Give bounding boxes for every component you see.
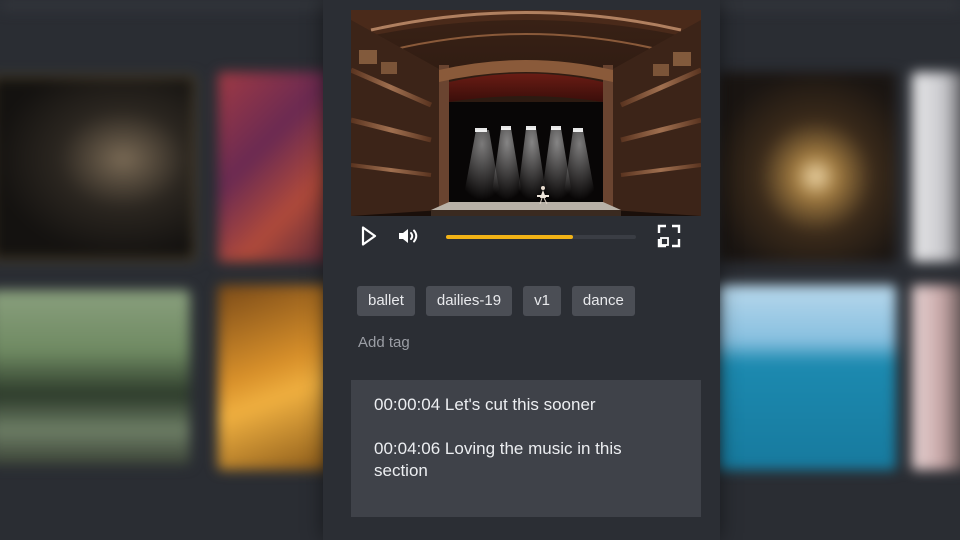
tag-chip[interactable]: dance bbox=[571, 286, 635, 316]
gallery-thumbnail[interactable] bbox=[218, 285, 328, 470]
media-detail-panel: ballet dailies-19 v1 dance 00:00:04 Let'… bbox=[323, 0, 720, 540]
tag-list: ballet dailies-19 v1 dance bbox=[357, 286, 635, 316]
play-icon[interactable] bbox=[361, 226, 377, 251]
comment-timestamp[interactable]: 00:04:06 bbox=[374, 439, 440, 458]
player-controls bbox=[351, 218, 701, 258]
tag-chip[interactable]: ballet bbox=[357, 286, 415, 316]
gallery-thumbnail[interactable] bbox=[912, 285, 960, 470]
volume-icon[interactable] bbox=[397, 226, 421, 251]
tag-chip[interactable]: v1 bbox=[523, 286, 561, 316]
comment-item[interactable]: 00:04:06 Loving the music in this sectio… bbox=[374, 438, 679, 482]
gallery-thumbnail[interactable] bbox=[718, 285, 896, 470]
gallery-thumbnail[interactable] bbox=[0, 75, 196, 261]
comments-box: 00:00:04 Let's cut this sooner 00:04:06 … bbox=[351, 380, 701, 517]
tag-chip[interactable]: dailies-19 bbox=[425, 286, 513, 316]
gallery-thumbnail[interactable] bbox=[912, 72, 960, 262]
fullscreen-icon[interactable] bbox=[657, 224, 681, 253]
gallery-thumbnail[interactable] bbox=[218, 72, 328, 262]
progress-bar[interactable] bbox=[446, 235, 636, 239]
video-frame bbox=[351, 10, 701, 216]
gallery-thumbnail[interactable] bbox=[0, 290, 190, 465]
add-tag-input[interactable] bbox=[358, 334, 558, 351]
comment-timestamp[interactable]: 00:00:04 bbox=[374, 395, 440, 414]
progress-fill bbox=[446, 235, 574, 239]
gallery-thumbnail[interactable] bbox=[718, 72, 896, 262]
comment-item[interactable]: 00:00:04 Let's cut this sooner bbox=[374, 394, 679, 416]
video-player[interactable] bbox=[351, 10, 701, 216]
comment-text: Let's cut this sooner bbox=[444, 395, 596, 414]
